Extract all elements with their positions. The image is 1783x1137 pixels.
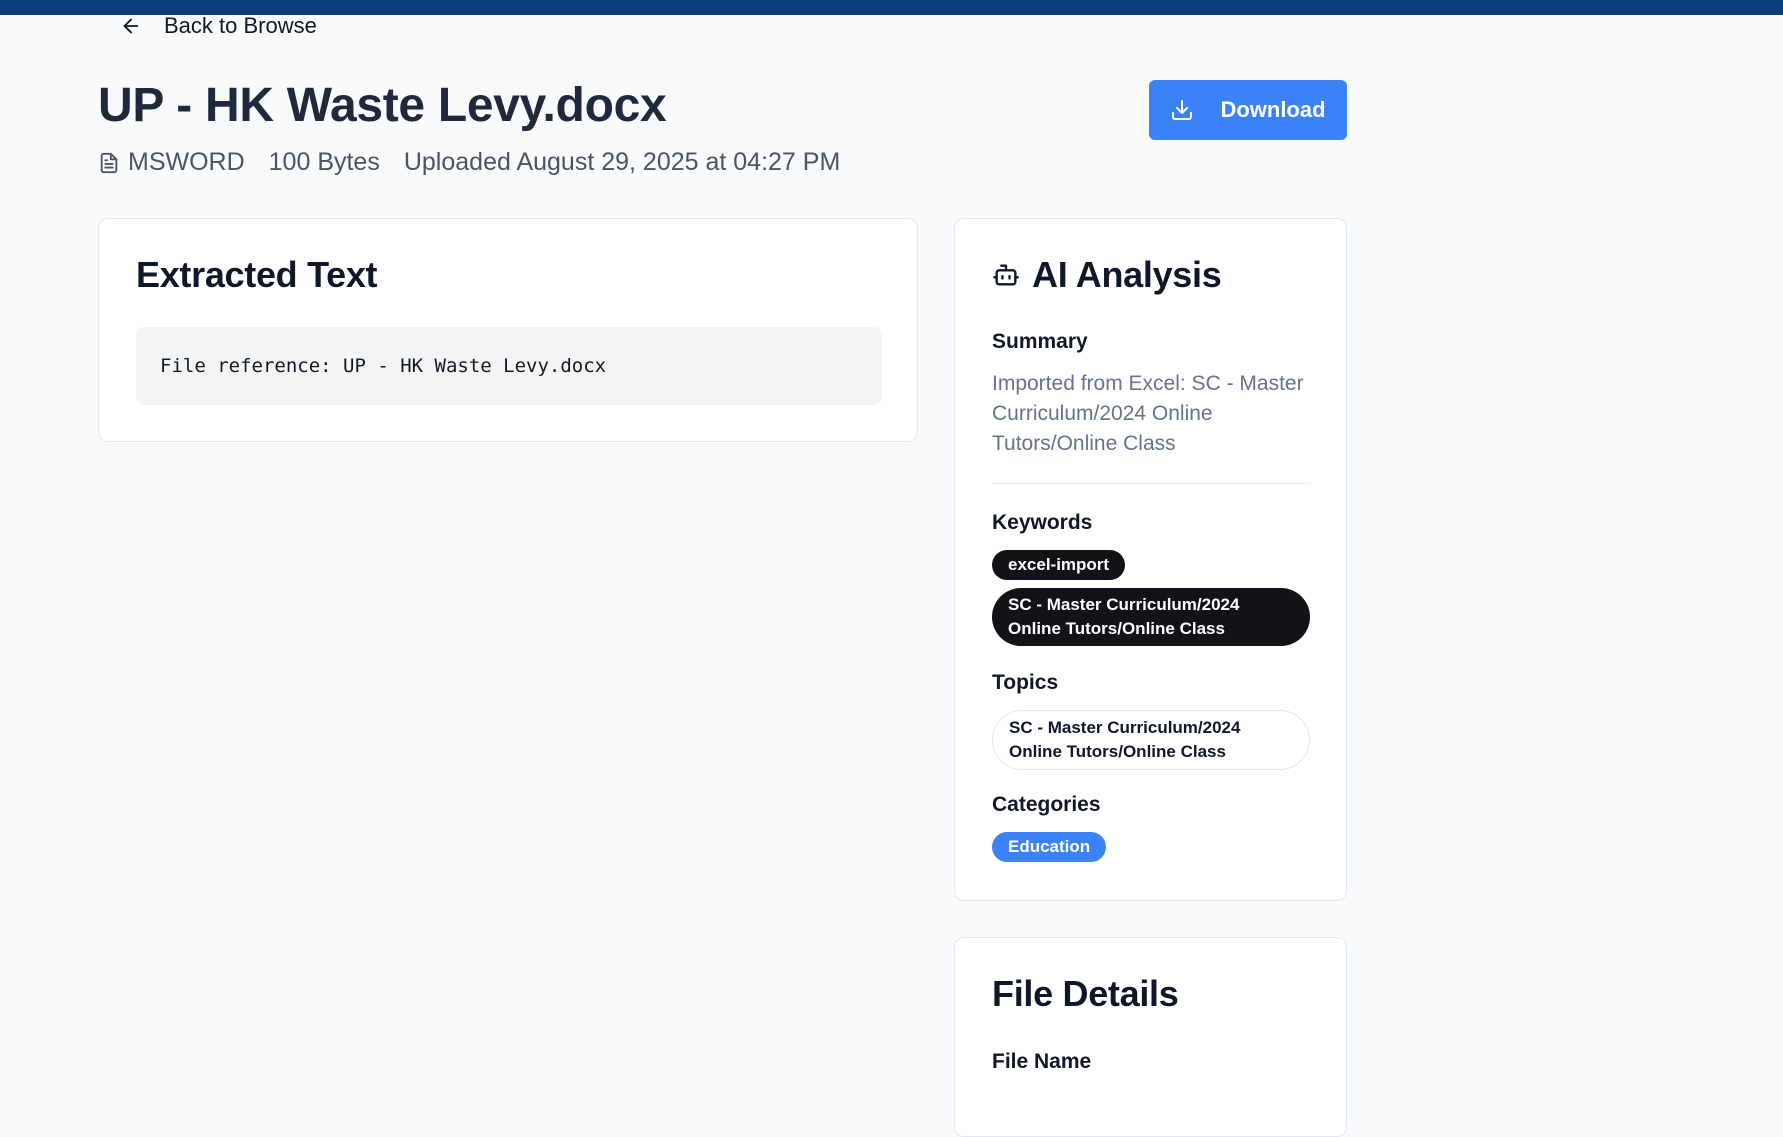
file-size: 100 Bytes — [268, 148, 380, 176]
back-link-label: Back to Browse — [164, 13, 317, 38]
file-name-label: File Name — [992, 1050, 1092, 1073]
arrow-left-icon — [123, 18, 139, 34]
file-details-card: File Details File Name — [954, 937, 1347, 1137]
extracted-text-heading: Extracted Text — [136, 254, 378, 295]
categories-label: Categories — [992, 793, 1101, 816]
upload-date: Uploaded August 29, 2025 at 04:27 PM — [403, 148, 841, 176]
extracted-text-card: Extracted Text File reference: UP - HK W… — [98, 218, 918, 442]
keyword-badge: excel-import — [992, 550, 1126, 580]
file-meta: MSWORD 100 Bytes Uploaded August 29, 202… — [98, 148, 840, 177]
summary-text: Imported from Excel: SC - Master Curricu… — [992, 372, 1304, 455]
keyword-badge: SC - Master Curriculum/2024 Online Tutor… — [992, 588, 1310, 646]
robot-icon — [993, 264, 1019, 286]
file-type: MSWORD — [98, 148, 245, 177]
page-title: UP - HK Waste Levy.docx — [98, 79, 667, 132]
summary-label: Summary — [992, 330, 1088, 353]
back-to-browse-link[interactable]: Back to Browse — [120, 13, 317, 38]
download-label: Download — [1220, 97, 1326, 122]
download-icon — [1172, 100, 1193, 120]
ai-analysis-header: AI Analysis — [992, 254, 1222, 296]
ai-analysis-heading: AI Analysis — [1032, 254, 1222, 295]
keywords-label: Keywords — [992, 511, 1093, 534]
category-badge: Education — [992, 832, 1107, 862]
file-details-heading: File Details — [992, 973, 1179, 1014]
ai-analysis-card: AI Analysis Summary Imported from Excel:… — [954, 218, 1347, 901]
download-button[interactable]: Download — [1149, 80, 1347, 140]
divider — [992, 483, 1310, 484]
extracted-text-content: File reference: UP - HK Waste Levy.docx — [136, 327, 882, 405]
topics-label: Topics — [992, 671, 1059, 694]
topic-badge: SC - Master Curriculum/2024 Online Tutor… — [992, 710, 1310, 770]
document-icon — [100, 152, 118, 173]
file-type-label: MSWORD — [128, 148, 245, 176]
